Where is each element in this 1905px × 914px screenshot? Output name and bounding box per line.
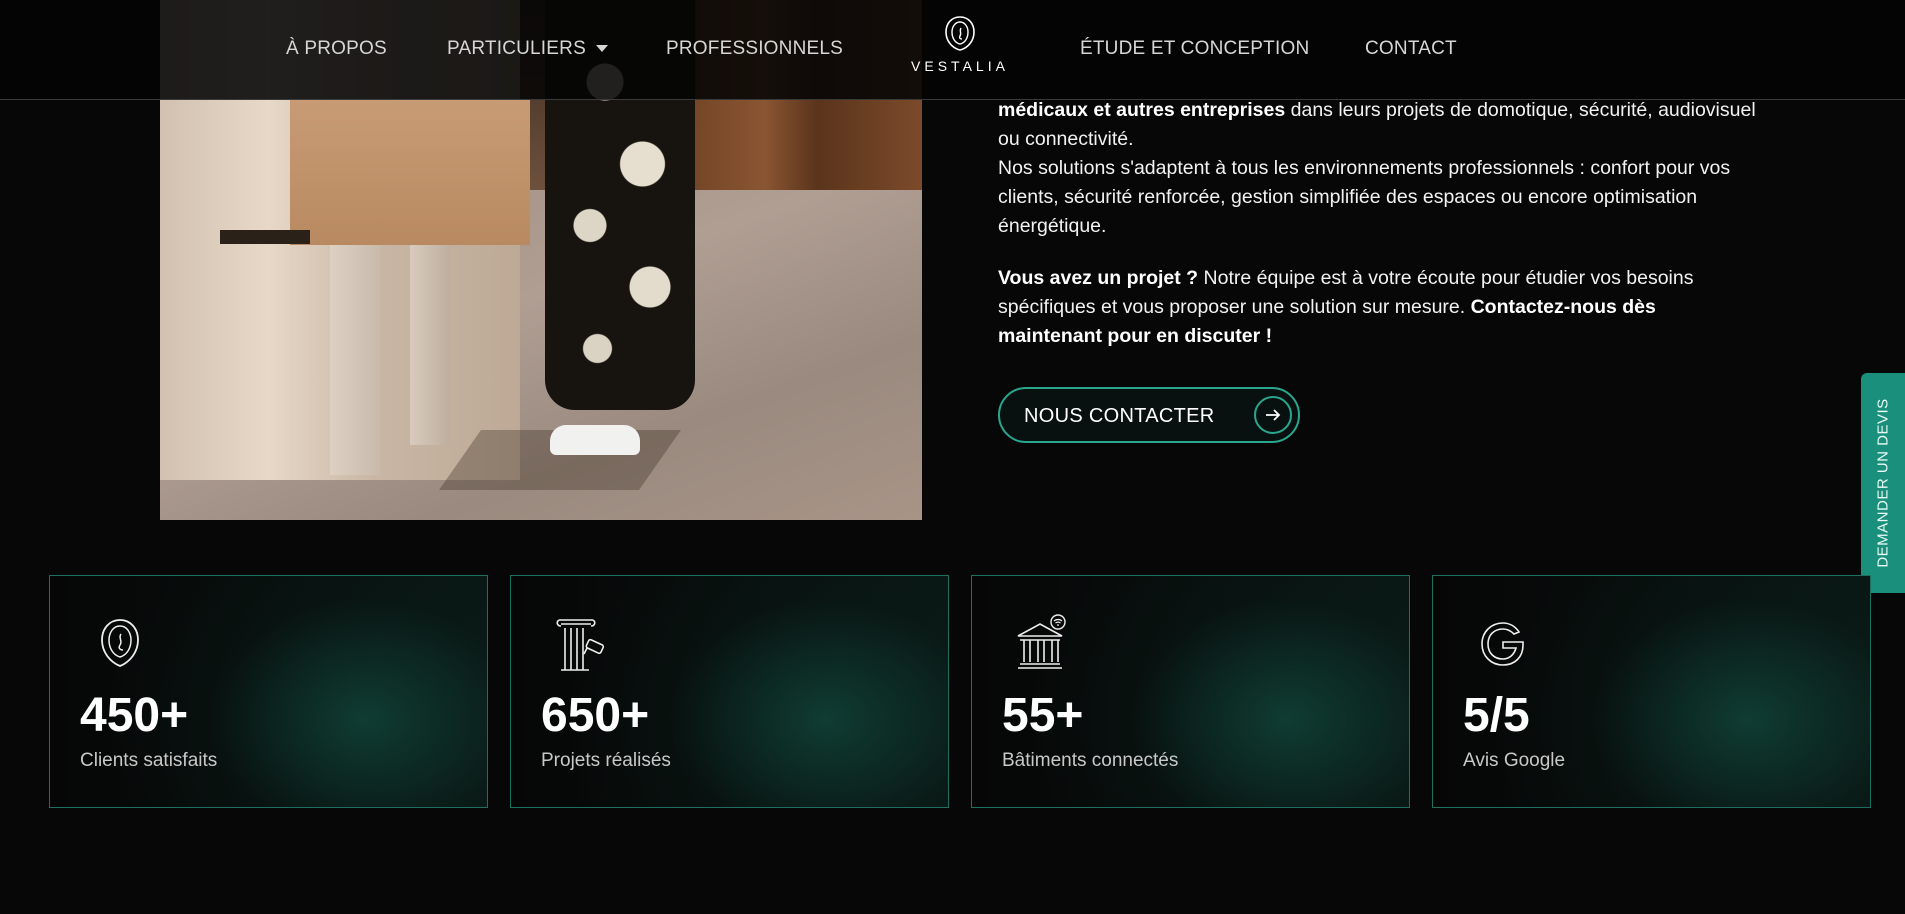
caret-down-icon [595,45,608,53]
photo-desk-top [290,100,530,245]
stat-label: Clients satisfaits [80,750,218,771]
stat-card-google: 5/5 Avis Google [1432,575,1871,808]
stat-label: Bâtiments connectés [1002,750,1179,771]
face-logo-icon [945,16,975,51]
arrow-right-icon [1254,396,1292,434]
stat-label: Avis Google [1463,750,1566,771]
project-bold: Vous avez un projet ? [998,267,1199,289]
logo[interactable]: VESTALIA [908,14,1012,78]
intro-paragraph: Nos solutions s'adaptent à tous les envi… [998,157,1731,237]
logo-text: VESTALIA [911,58,1009,74]
photo-desk-leg [410,245,450,445]
face-icon [101,619,139,667]
contact-button[interactable]: NOUS CONTACTER [998,387,1300,443]
stat-card-projects: 650+ Projets réalisés [510,575,949,808]
intro-bold: médicaux et autres entreprises [998,99,1286,121]
column-camera-icon [556,619,605,671]
nav-item-label: PARTICULIERS [447,38,586,59]
nav-item-particuliers[interactable]: PARTICULIERS [447,38,608,60]
intro-paragraph: médicaux et autres entreprises dans leur… [998,96,1758,154]
contact-button-label: NOUS CONTACTER [1024,405,1215,427]
stat-value: 450+ [80,689,189,742]
stat-card-clients: 450+ Clients satisfaits [49,575,488,808]
nav-item-professionnels[interactable]: PROFESSIONNELS [666,38,843,60]
quote-request-label: DEMANDER UN DEVIS [1874,398,1892,568]
nav-item-contact[interactable]: CONTACT [1365,38,1457,60]
photo-shoe [550,425,640,455]
quote-request-tab[interactable]: DEMANDER UN DEVIS [1861,373,1905,593]
nav-item-etude-conception[interactable]: ÉTUDE ET CONCEPTION [1080,38,1309,60]
intro-text: médicaux et autres entreprises dans leur… [998,96,1758,374]
nav-item-a-propos[interactable]: À PROPOS [286,38,387,60]
stat-card-buildings: 55+ Bâtiments connectés [971,575,1410,808]
stat-value: 650+ [541,689,650,742]
photo-desk-slot [220,230,310,244]
stat-value: 5/5 [1463,689,1530,742]
photo-desk-leg [330,245,380,475]
google-icon [1481,622,1524,666]
stat-label: Projets réalisés [541,750,671,771]
site-header: À PROPOS PARTICULIERS PROFESSIONNELS VES… [0,0,1905,100]
project-paragraph: Vous avez un projet ? Notre équipe est à… [998,264,1758,351]
building-wifi-icon [1017,614,1066,669]
stat-value: 55+ [1002,689,1084,742]
